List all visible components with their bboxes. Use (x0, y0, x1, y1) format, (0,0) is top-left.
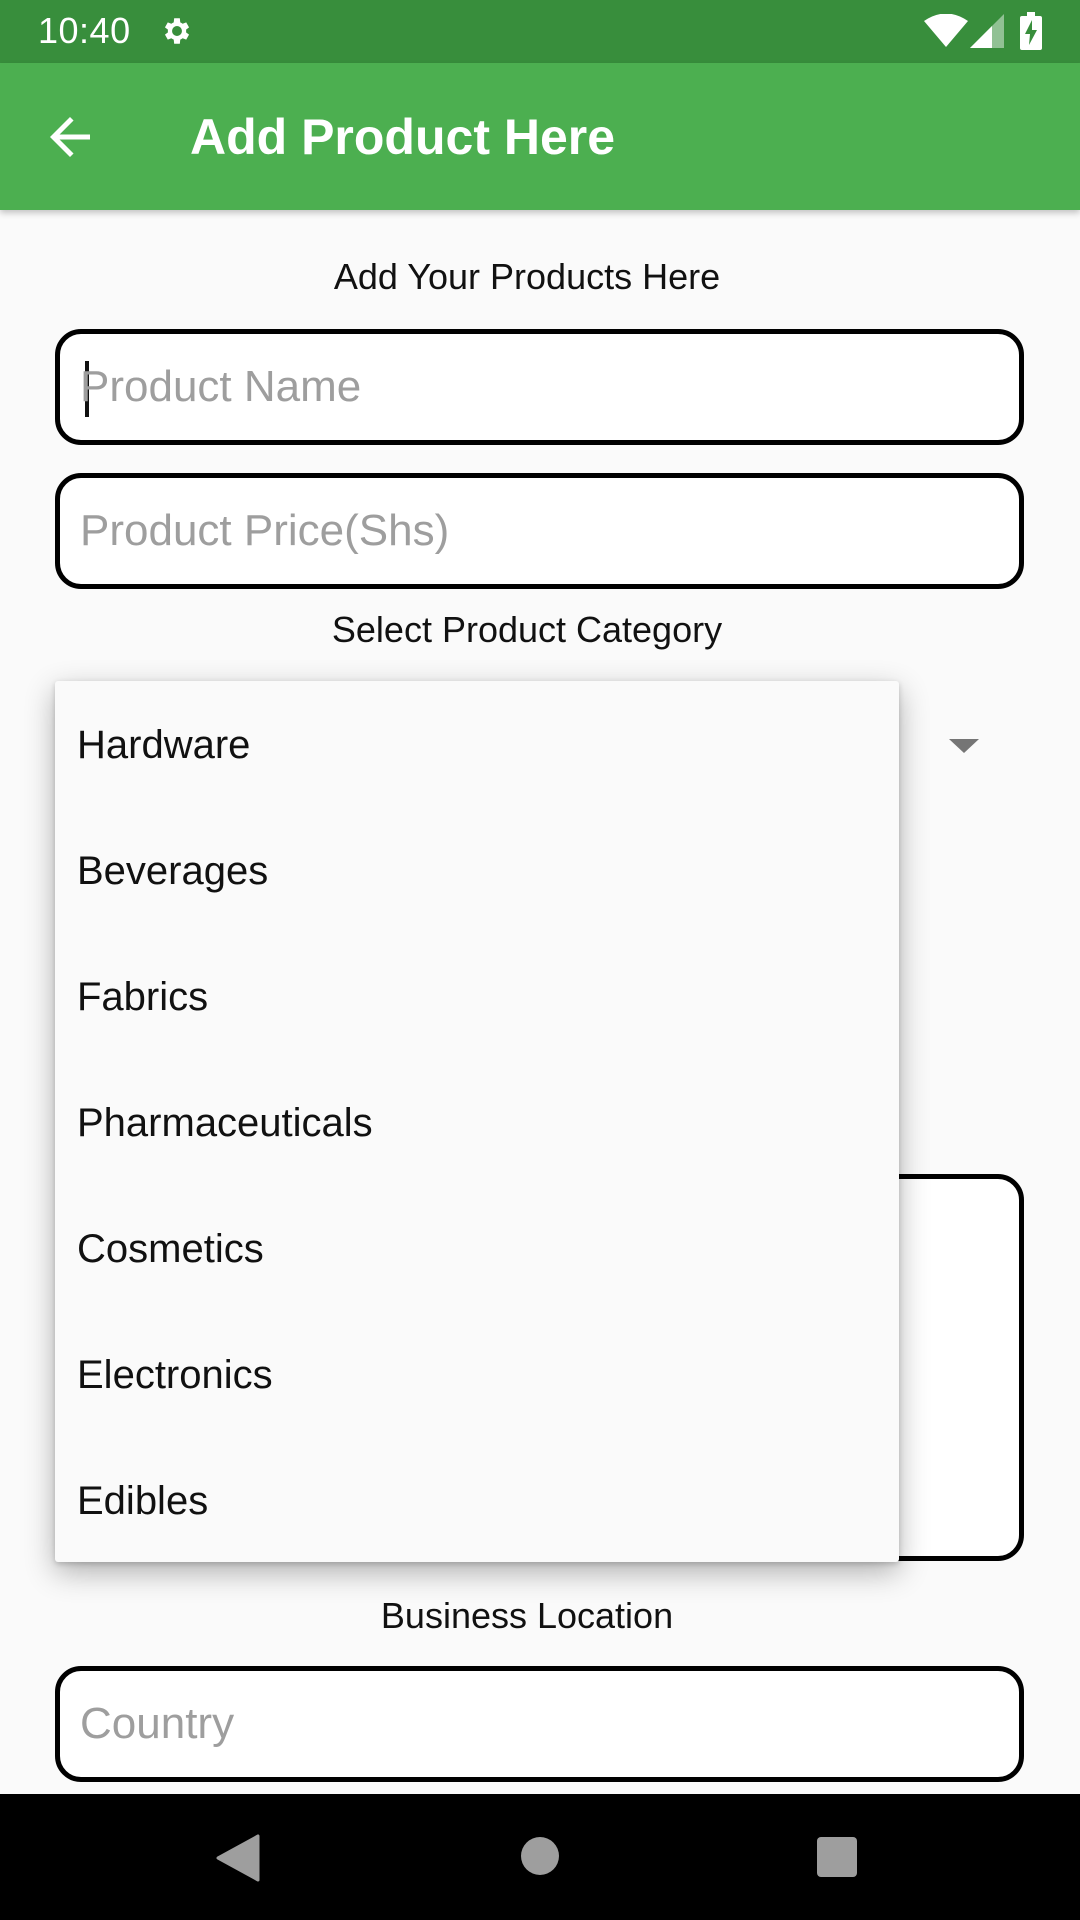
product-name-input[interactable] (80, 334, 1000, 440)
category-label: Select Product Category (331, 609, 723, 650)
form-heading: Add Your Products Here (333, 256, 721, 297)
chevron-down-icon[interactable] (949, 736, 979, 754)
dropdown-item-edibles[interactable]: Edibles (77, 1479, 208, 1524)
dropdown-item-electronics[interactable]: Electronics (77, 1353, 273, 1398)
dropdown-item-hardware[interactable]: Hardware (77, 723, 250, 768)
dropdown-item-cosmetics[interactable]: Cosmetics (77, 1227, 264, 1272)
signal-icon (970, 14, 1004, 48)
status-bar: 10:40 (0, 0, 1080, 63)
gear-icon (164, 18, 190, 44)
product-price-input[interactable] (80, 478, 1000, 584)
nav-back-icon[interactable] (216, 1834, 260, 1882)
country-input[interactable] (80, 1671, 1000, 1777)
arrow-back-icon[interactable] (40, 107, 100, 167)
category-dropdown-menu: Hardware Beverages Fabrics Pharmaceutica… (55, 681, 899, 1562)
dropdown-item-beverages[interactable]: Beverages (77, 849, 268, 894)
product-name-field[interactable] (55, 329, 1024, 445)
battery-charging-icon (1020, 12, 1042, 50)
product-price-field[interactable] (55, 473, 1024, 589)
dropdown-item-pharmaceuticals[interactable]: Pharmaceuticals (77, 1101, 373, 1146)
nav-home-icon[interactable] (521, 1837, 559, 1875)
page-title: Add Product Here (190, 109, 616, 165)
system-nav-bar (0, 1794, 1080, 1920)
app-bar: Add Product Here (0, 63, 1080, 210)
location-label: Business Location (380, 1595, 674, 1636)
add-product-screen: 10:40 Add Product Here Add Your Products… (0, 0, 1080, 1920)
country-field[interactable] (55, 1666, 1024, 1782)
status-time: 10:40 (38, 10, 131, 51)
nav-recents-icon[interactable] (817, 1837, 857, 1877)
dropdown-item-fabrics[interactable]: Fabrics (77, 975, 208, 1020)
wifi-icon (924, 14, 968, 47)
